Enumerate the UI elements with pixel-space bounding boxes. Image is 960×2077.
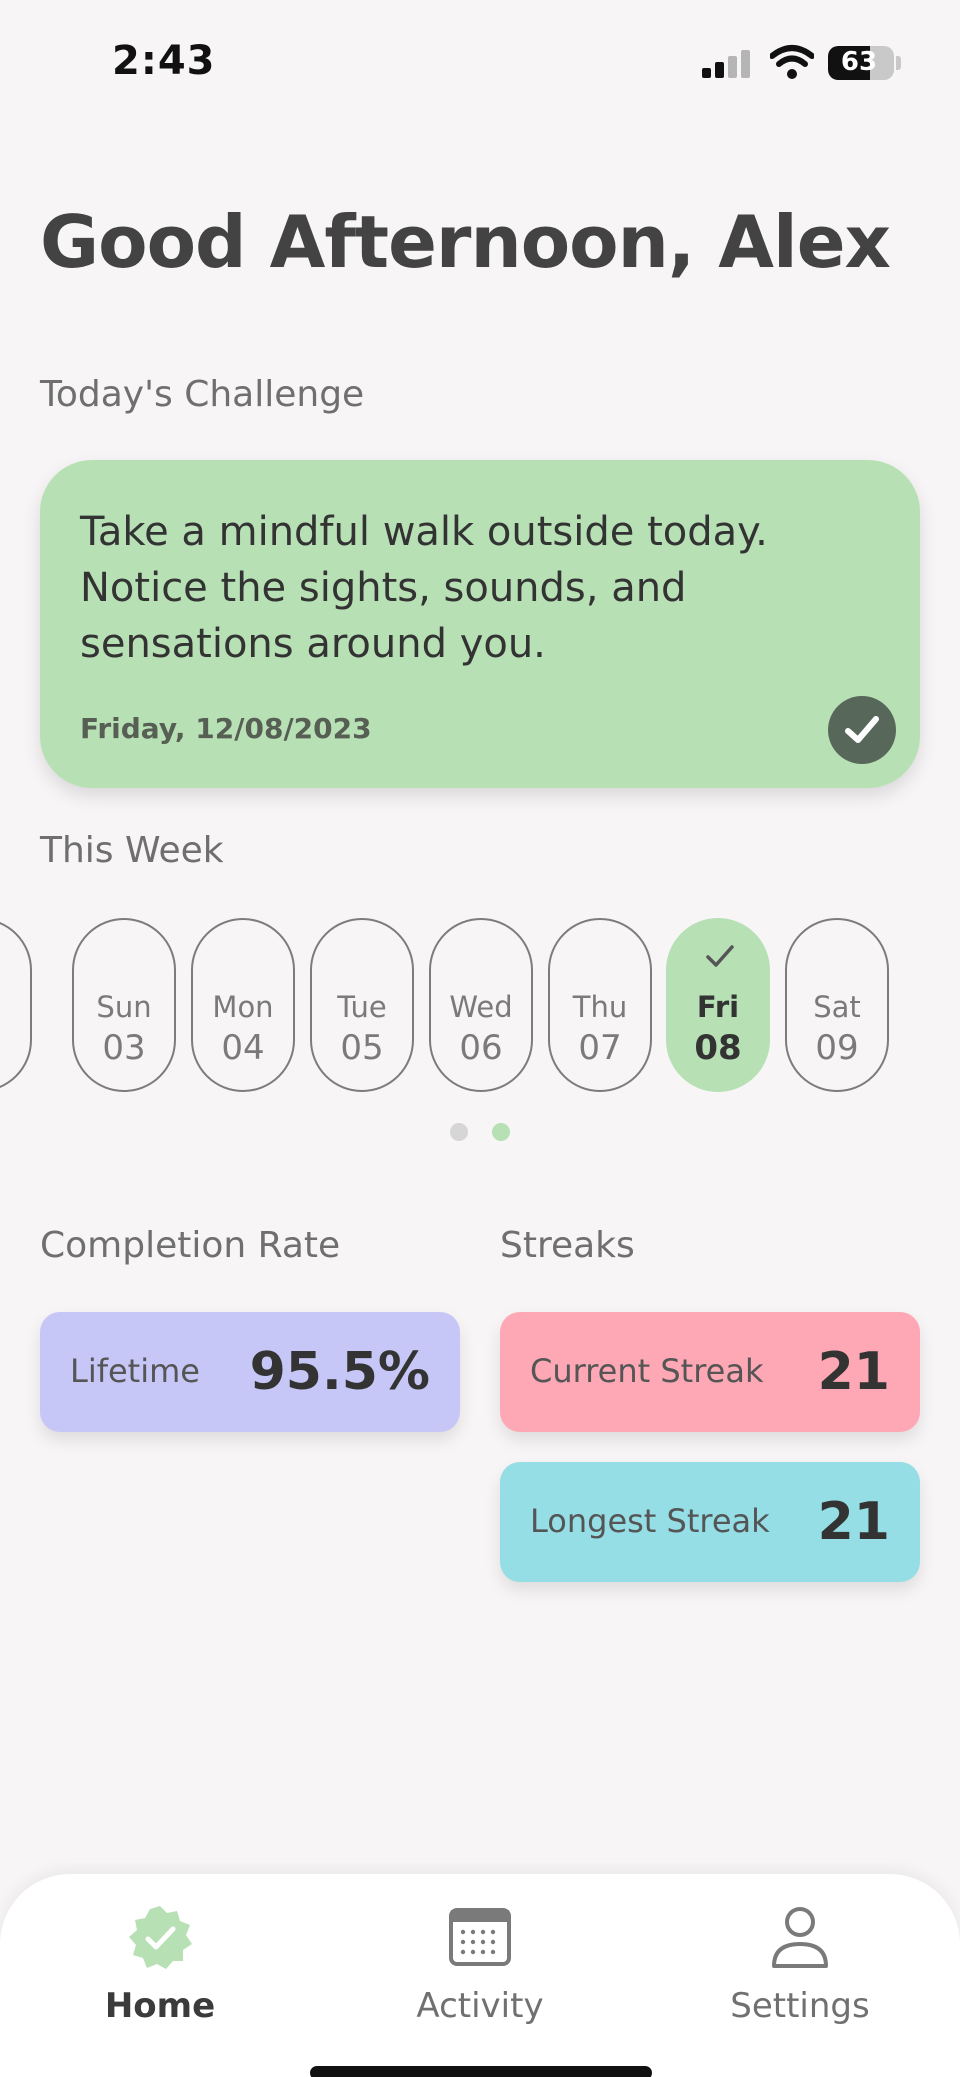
day-name: Wed	[449, 990, 513, 1024]
day-name: Sat	[813, 990, 861, 1024]
day-name: Fri	[696, 990, 740, 1024]
wifi-icon	[770, 45, 814, 79]
battery-percent: 63	[840, 47, 878, 77]
streaks-label: Streaks	[500, 1225, 635, 1266]
challenge-complete-check-icon[interactable]	[828, 696, 896, 764]
person-icon	[772, 1907, 828, 1968]
day-pill-sat[interactable]: Sat 09	[785, 918, 889, 1092]
current-streak-card: Current Streak 21	[500, 1312, 920, 1432]
day-pill-thu[interactable]: Thu 07	[548, 918, 652, 1092]
lifetime-label: Lifetime	[70, 1352, 200, 1390]
day-number: 04	[221, 1028, 265, 1068]
battery-cap	[896, 56, 901, 70]
status-time: 2:43	[112, 38, 216, 84]
checkmark-icon	[845, 716, 879, 743]
lifetime-value: 95.5%	[249, 1342, 430, 1402]
day-pill-tue[interactable]: Tue 05	[310, 918, 414, 1092]
home-screen: 2:43 63 Good Afternoon, Alex Today's Cha…	[0, 0, 960, 2077]
badge-check-icon	[129, 1906, 192, 1969]
day-name: Sun	[96, 990, 152, 1024]
day-pill-fri[interactable]: Fri 08	[666, 918, 770, 1092]
day-name: Mon	[212, 990, 274, 1024]
day-pill-wed[interactable]: Wed 06	[429, 918, 533, 1092]
day-complete-check-icon	[706, 945, 734, 967]
cellular-signal-icon	[702, 50, 752, 78]
day-number: 05	[340, 1028, 384, 1068]
day-number: 07	[578, 1028, 622, 1068]
week-strip[interactable]: Sun 03 Mon 04 Tue 05 Wed 06 Thu 07 Fri 0…	[0, 918, 960, 1092]
tab-activity-label: Activity	[416, 1986, 544, 2026]
calendar-icon	[449, 1908, 511, 1966]
completion-rate-label: Completion Rate	[40, 1225, 341, 1266]
day-name: Tue	[337, 990, 387, 1024]
this-week-label: This Week	[40, 830, 224, 871]
day-number: 08	[694, 1028, 742, 1068]
battery-icon: 63	[828, 46, 894, 80]
home-indicator	[310, 2066, 652, 2077]
current-streak-value: 21	[817, 1342, 890, 1402]
greeting-title: Good Afternoon, Alex	[40, 200, 891, 284]
challenge-card[interactable]: Take a mindful walk outside today. Notic…	[40, 460, 920, 788]
tab-home-label: Home	[104, 1986, 216, 2026]
todays-challenge-label: Today's Challenge	[40, 374, 365, 415]
lifetime-card: Lifetime 95.5%	[40, 1312, 460, 1432]
day-pill-previous[interactable]	[0, 918, 32, 1092]
challenge-text: Take a mindful walk outside today. Notic…	[80, 509, 768, 667]
day-pill-sun[interactable]: Sun 03	[72, 918, 176, 1092]
current-streak-label: Current Streak	[530, 1352, 764, 1390]
page-dot-2[interactable]	[492, 1123, 510, 1141]
day-number: 03	[102, 1028, 146, 1068]
tab-settings-label: Settings	[730, 1986, 870, 2026]
day-name: Thu	[572, 990, 628, 1024]
challenge-date: Friday, 12/08/2023	[80, 712, 372, 745]
tab-settings[interactable]: Settings	[680, 1904, 920, 2044]
tab-home[interactable]: Home	[40, 1904, 280, 2044]
longest-streak-card: Longest Streak 21	[500, 1462, 920, 1582]
day-pill-mon[interactable]: Mon 04	[191, 918, 295, 1092]
tab-bar: Home Activity Settings	[0, 1874, 960, 2077]
longest-streak-label: Longest Streak	[530, 1502, 770, 1540]
day-number: 06	[459, 1028, 503, 1068]
tab-activity[interactable]: Activity	[360, 1904, 600, 2044]
day-number: 09	[815, 1028, 859, 1068]
page-dot-1[interactable]	[450, 1123, 468, 1141]
longest-streak-value: 21	[817, 1492, 890, 1552]
